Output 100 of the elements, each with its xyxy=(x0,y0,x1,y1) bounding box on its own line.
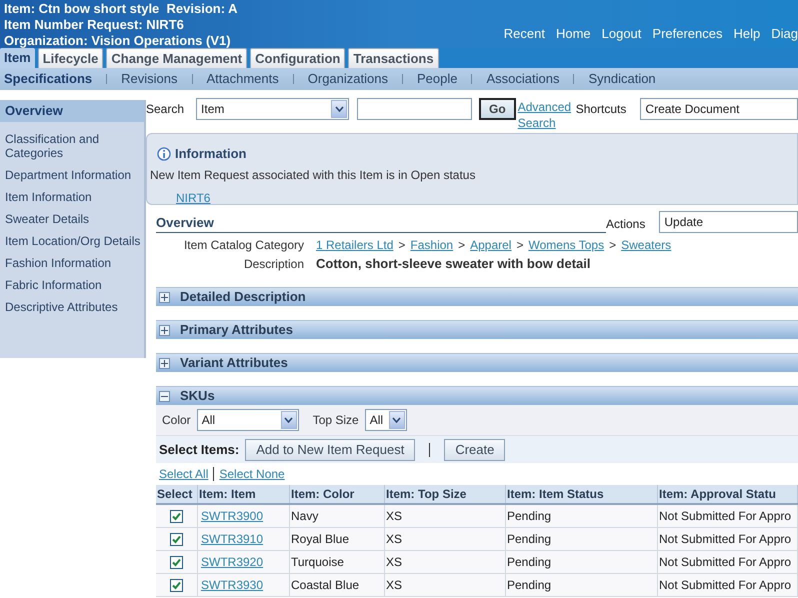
table-cell-text: Not Submitted For Appro xyxy=(659,508,792,525)
header-title: Organization: Vision Operations (V1) xyxy=(4,33,232,49)
filter-select[interactable]: All xyxy=(196,409,299,431)
filter-select[interactable]: All xyxy=(364,409,407,431)
item-link[interactable]: SWTR3920 xyxy=(201,553,264,571)
header-title: Item: Ctn bow short style Revision: A xyxy=(4,1,238,17)
table-cell-text: XS xyxy=(386,508,402,525)
field-value: Cotton, short-sleeve sweater with bow detail xyxy=(316,254,590,273)
sidebar-item[interactable]: Fashion Information xyxy=(0,252,144,274)
table-cell-text: Turquoise xyxy=(291,554,344,571)
breadcrumb-separator: > xyxy=(398,236,406,254)
column-header: Item: Top Size xyxy=(385,485,506,503)
subtab[interactable]: People xyxy=(416,69,458,89)
category-link[interactable]: Sweaters xyxy=(621,236,672,254)
section-header[interactable]: SKUs xyxy=(156,386,798,405)
column-header: Item: Item Status xyxy=(506,485,658,503)
table-cell-text: XS xyxy=(386,577,402,594)
request-link[interactable]: NIRT6 xyxy=(176,188,797,206)
header-title: Item Number Request: NIRT6 xyxy=(4,17,185,33)
subtab[interactable]: Syndication xyxy=(588,69,656,89)
breadcrumb-separator: > xyxy=(609,236,616,254)
category-link[interactable]: Fashion xyxy=(410,236,454,254)
information-message: New Item Request associated with this Item is in Open status xyxy=(150,166,476,184)
search-field[interactable] xyxy=(357,98,472,120)
sidebar-item[interactable]: Descriptive Attributes xyxy=(0,296,144,318)
table-cell-text: Navy xyxy=(291,508,318,525)
global-link[interactable]: Help xyxy=(734,24,760,48)
table-cell-text: Pending xyxy=(507,554,552,571)
expand-icon[interactable] xyxy=(159,324,170,336)
tab[interactable]: Change Management xyxy=(106,48,248,68)
subtab[interactable]: Specifications xyxy=(4,69,92,89)
global-link[interactable]: Recent xyxy=(504,24,545,48)
table-cell-text: Pending xyxy=(507,508,552,525)
actions-select[interactable]: Update xyxy=(659,211,798,233)
table-cell-text: Not Submitted For Appro xyxy=(659,531,792,548)
go-button[interactable]: Go xyxy=(479,98,516,120)
table-cell-text: Pending xyxy=(507,577,552,594)
field-label: Item Catalog Category xyxy=(182,236,305,254)
sidebar-item[interactable]: Item Location/Org Details xyxy=(0,230,144,252)
table-cell-text: Pending xyxy=(507,531,552,548)
table-cell-text: Not Submitted For Appro xyxy=(659,577,792,594)
category-link[interactable]: Womens Tops xyxy=(528,236,604,254)
sidebar-item[interactable]: Classification and Categories xyxy=(0,128,144,164)
section-header[interactable]: Variant Attributes xyxy=(156,353,798,372)
column-header: Select xyxy=(156,485,198,503)
select-none-link[interactable]: Select None xyxy=(219,465,285,483)
row-checkbox[interactable] xyxy=(170,532,183,546)
subtab[interactable]: Attachments xyxy=(206,69,279,89)
select-all-link[interactable]: Select All xyxy=(159,465,208,483)
field-label: Description xyxy=(242,256,305,272)
tab[interactable]: Lifecycle xyxy=(38,48,104,68)
tab[interactable]: Configuration xyxy=(250,48,346,68)
section-title: Detailed Description xyxy=(180,288,306,306)
category-link[interactable]: 1 Retailers Ltd xyxy=(316,236,394,254)
information-title: Information xyxy=(175,145,246,163)
global-link[interactable]: Home xyxy=(556,24,591,48)
row-checkbox[interactable] xyxy=(170,578,183,592)
filter-label: Top Size xyxy=(312,412,359,429)
advanced-search-link[interactable]: Advanced Search xyxy=(518,99,574,131)
sidebar-item[interactable]: Sweater Details xyxy=(0,208,144,230)
sidebar-item[interactable]: Overview xyxy=(0,100,144,122)
column-header: Item: Approval Statu xyxy=(658,485,798,503)
subtab[interactable]: Revisions xyxy=(121,69,178,89)
column-header: Item: Color xyxy=(290,485,385,503)
table-cell-text: Royal Blue xyxy=(291,531,350,548)
sidebar-item[interactable]: Fabric Information xyxy=(0,274,144,296)
subtab[interactable]: Associations xyxy=(486,69,560,89)
search-scope-select[interactable]: Item xyxy=(196,98,350,120)
global-link[interactable]: Diag xyxy=(771,24,798,48)
section-title: Variant Attributes xyxy=(180,354,288,372)
tab[interactable]: Item xyxy=(0,48,35,68)
tab[interactable]: Transactions xyxy=(348,48,439,68)
sidebar-item[interactable]: Department Information xyxy=(0,164,144,186)
expand-icon[interactable] xyxy=(159,292,170,302)
global-link[interactable]: Preferences xyxy=(652,24,722,48)
breadcrumb-separator: > xyxy=(516,236,524,254)
actions-label: Actions xyxy=(606,216,646,233)
column-header: Item: Item xyxy=(198,485,290,503)
item-link[interactable]: SWTR3900 xyxy=(201,507,264,525)
sidebar-item[interactable]: Item Information xyxy=(0,186,144,208)
section-header[interactable]: Primary Attributes xyxy=(156,320,798,339)
section-title: SKUs xyxy=(180,387,215,406)
overview-heading: Overview xyxy=(156,212,606,233)
table-cell-text: XS xyxy=(386,531,402,548)
row-checkbox[interactable] xyxy=(170,510,183,522)
shortcut-select[interactable]: Create Document xyxy=(640,98,798,120)
toolbar-button[interactable]: Add to New Item Request xyxy=(245,438,416,460)
shortcuts-label: Shortcuts xyxy=(576,101,626,118)
select-items-label: Select Items: xyxy=(159,440,240,459)
section-header[interactable]: Detailed Description xyxy=(156,287,798,306)
toolbar-button[interactable]: Create xyxy=(444,438,506,460)
item-link[interactable]: SWTR3930 xyxy=(201,576,264,594)
collapse-icon[interactable] xyxy=(159,390,170,402)
expand-icon[interactable] xyxy=(159,358,170,368)
global-link[interactable]: Logout xyxy=(602,24,642,48)
item-link[interactable]: SWTR3910 xyxy=(201,530,264,548)
row-checkbox[interactable] xyxy=(170,556,183,568)
category-link[interactable]: Apparel xyxy=(470,236,512,254)
subtab[interactable]: Organizations xyxy=(308,69,388,89)
table-cell-text: XS xyxy=(386,554,402,571)
